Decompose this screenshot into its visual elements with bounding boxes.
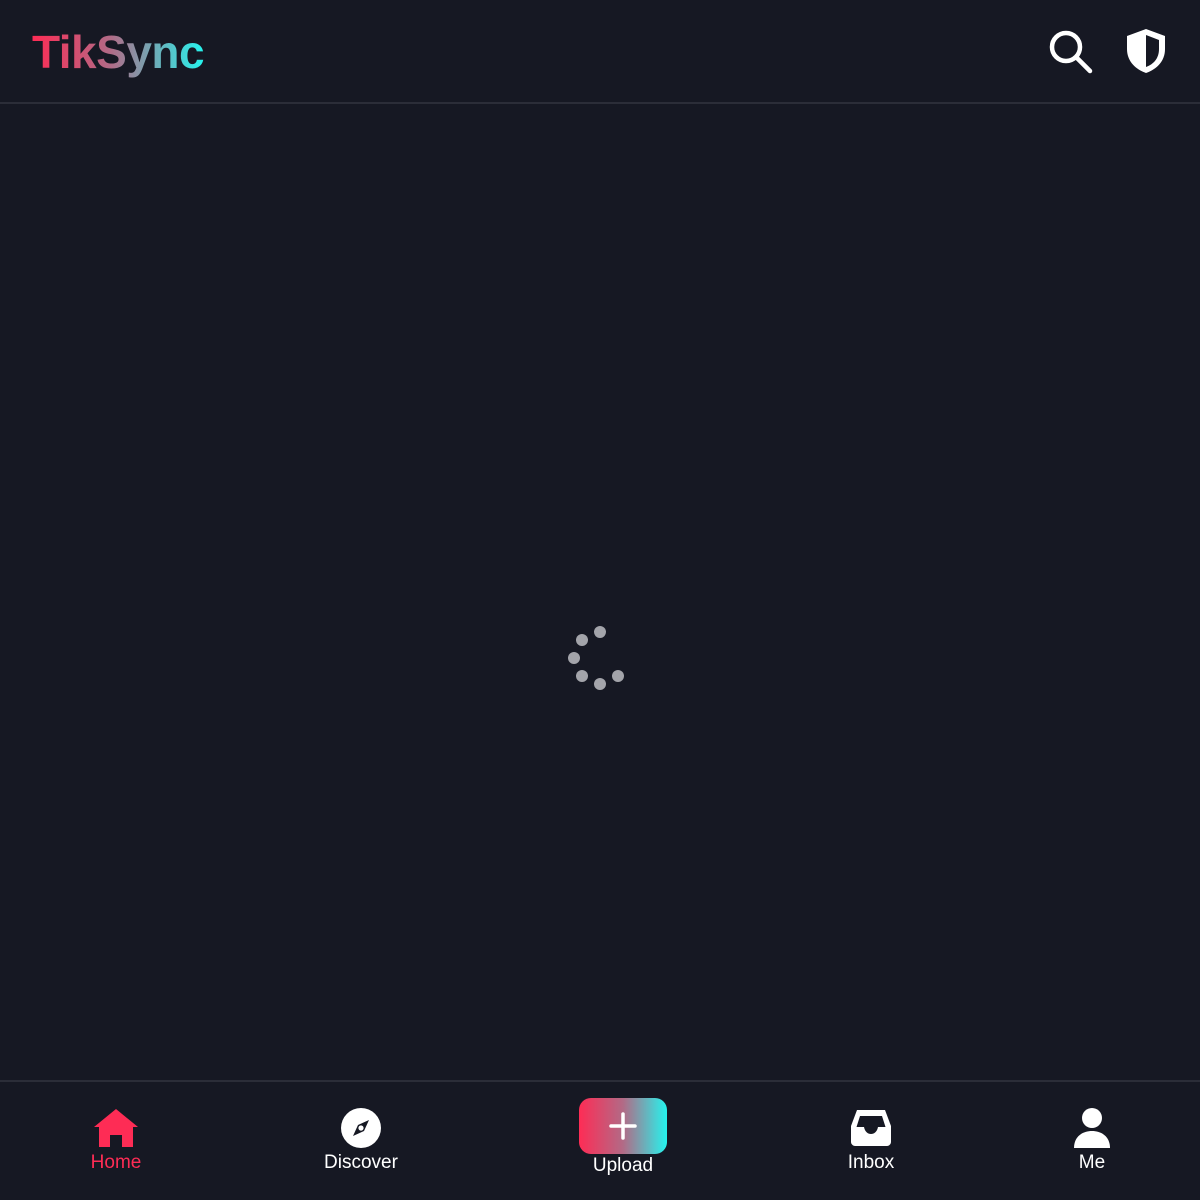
nav-discover-label: Discover bbox=[324, 1152, 398, 1173]
bottom-navigation: Home Discover Upload Inbox Me bbox=[0, 1080, 1200, 1200]
app-root: TikSync Home Discover Upload Inbox Me bbox=[0, 0, 1200, 1200]
nav-home[interactable]: Home bbox=[66, 1082, 166, 1200]
shield-icon bbox=[1127, 29, 1165, 73]
upload-button[interactable] bbox=[579, 1098, 667, 1154]
compass-icon bbox=[341, 1108, 381, 1148]
nav-inbox[interactable]: Inbox bbox=[821, 1082, 921, 1200]
app-logo[interactable]: TikSync bbox=[32, 22, 205, 82]
spinner-dot bbox=[575, 670, 588, 683]
search-icon bbox=[1049, 30, 1093, 74]
search-button[interactable] bbox=[1045, 26, 1095, 76]
spinner-dot bbox=[575, 633, 588, 646]
inbox-icon bbox=[851, 1110, 891, 1146]
home-icon bbox=[94, 1109, 138, 1147]
nav-inbox-label: Inbox bbox=[847, 1152, 895, 1173]
nav-upload-label: Upload bbox=[592, 1155, 654, 1176]
spinner-dot bbox=[594, 626, 606, 638]
user-icon bbox=[1074, 1108, 1110, 1148]
nav-me[interactable]: Me bbox=[1052, 1082, 1132, 1200]
nav-me-label: Me bbox=[1078, 1152, 1106, 1173]
spinner-dot bbox=[594, 678, 606, 690]
nav-upload[interactable]: Upload bbox=[573, 1082, 673, 1200]
feed-content bbox=[0, 104, 1200, 1080]
safety-button[interactable] bbox=[1121, 26, 1171, 76]
spinner-dot bbox=[612, 670, 625, 683]
nav-home-label: Home bbox=[90, 1152, 142, 1173]
spinner-dot bbox=[568, 652, 580, 664]
loading-spinner-icon bbox=[566, 624, 634, 692]
top-header: TikSync bbox=[0, 0, 1200, 104]
plus-icon bbox=[609, 1112, 637, 1140]
nav-discover[interactable]: Discover bbox=[301, 1082, 421, 1200]
